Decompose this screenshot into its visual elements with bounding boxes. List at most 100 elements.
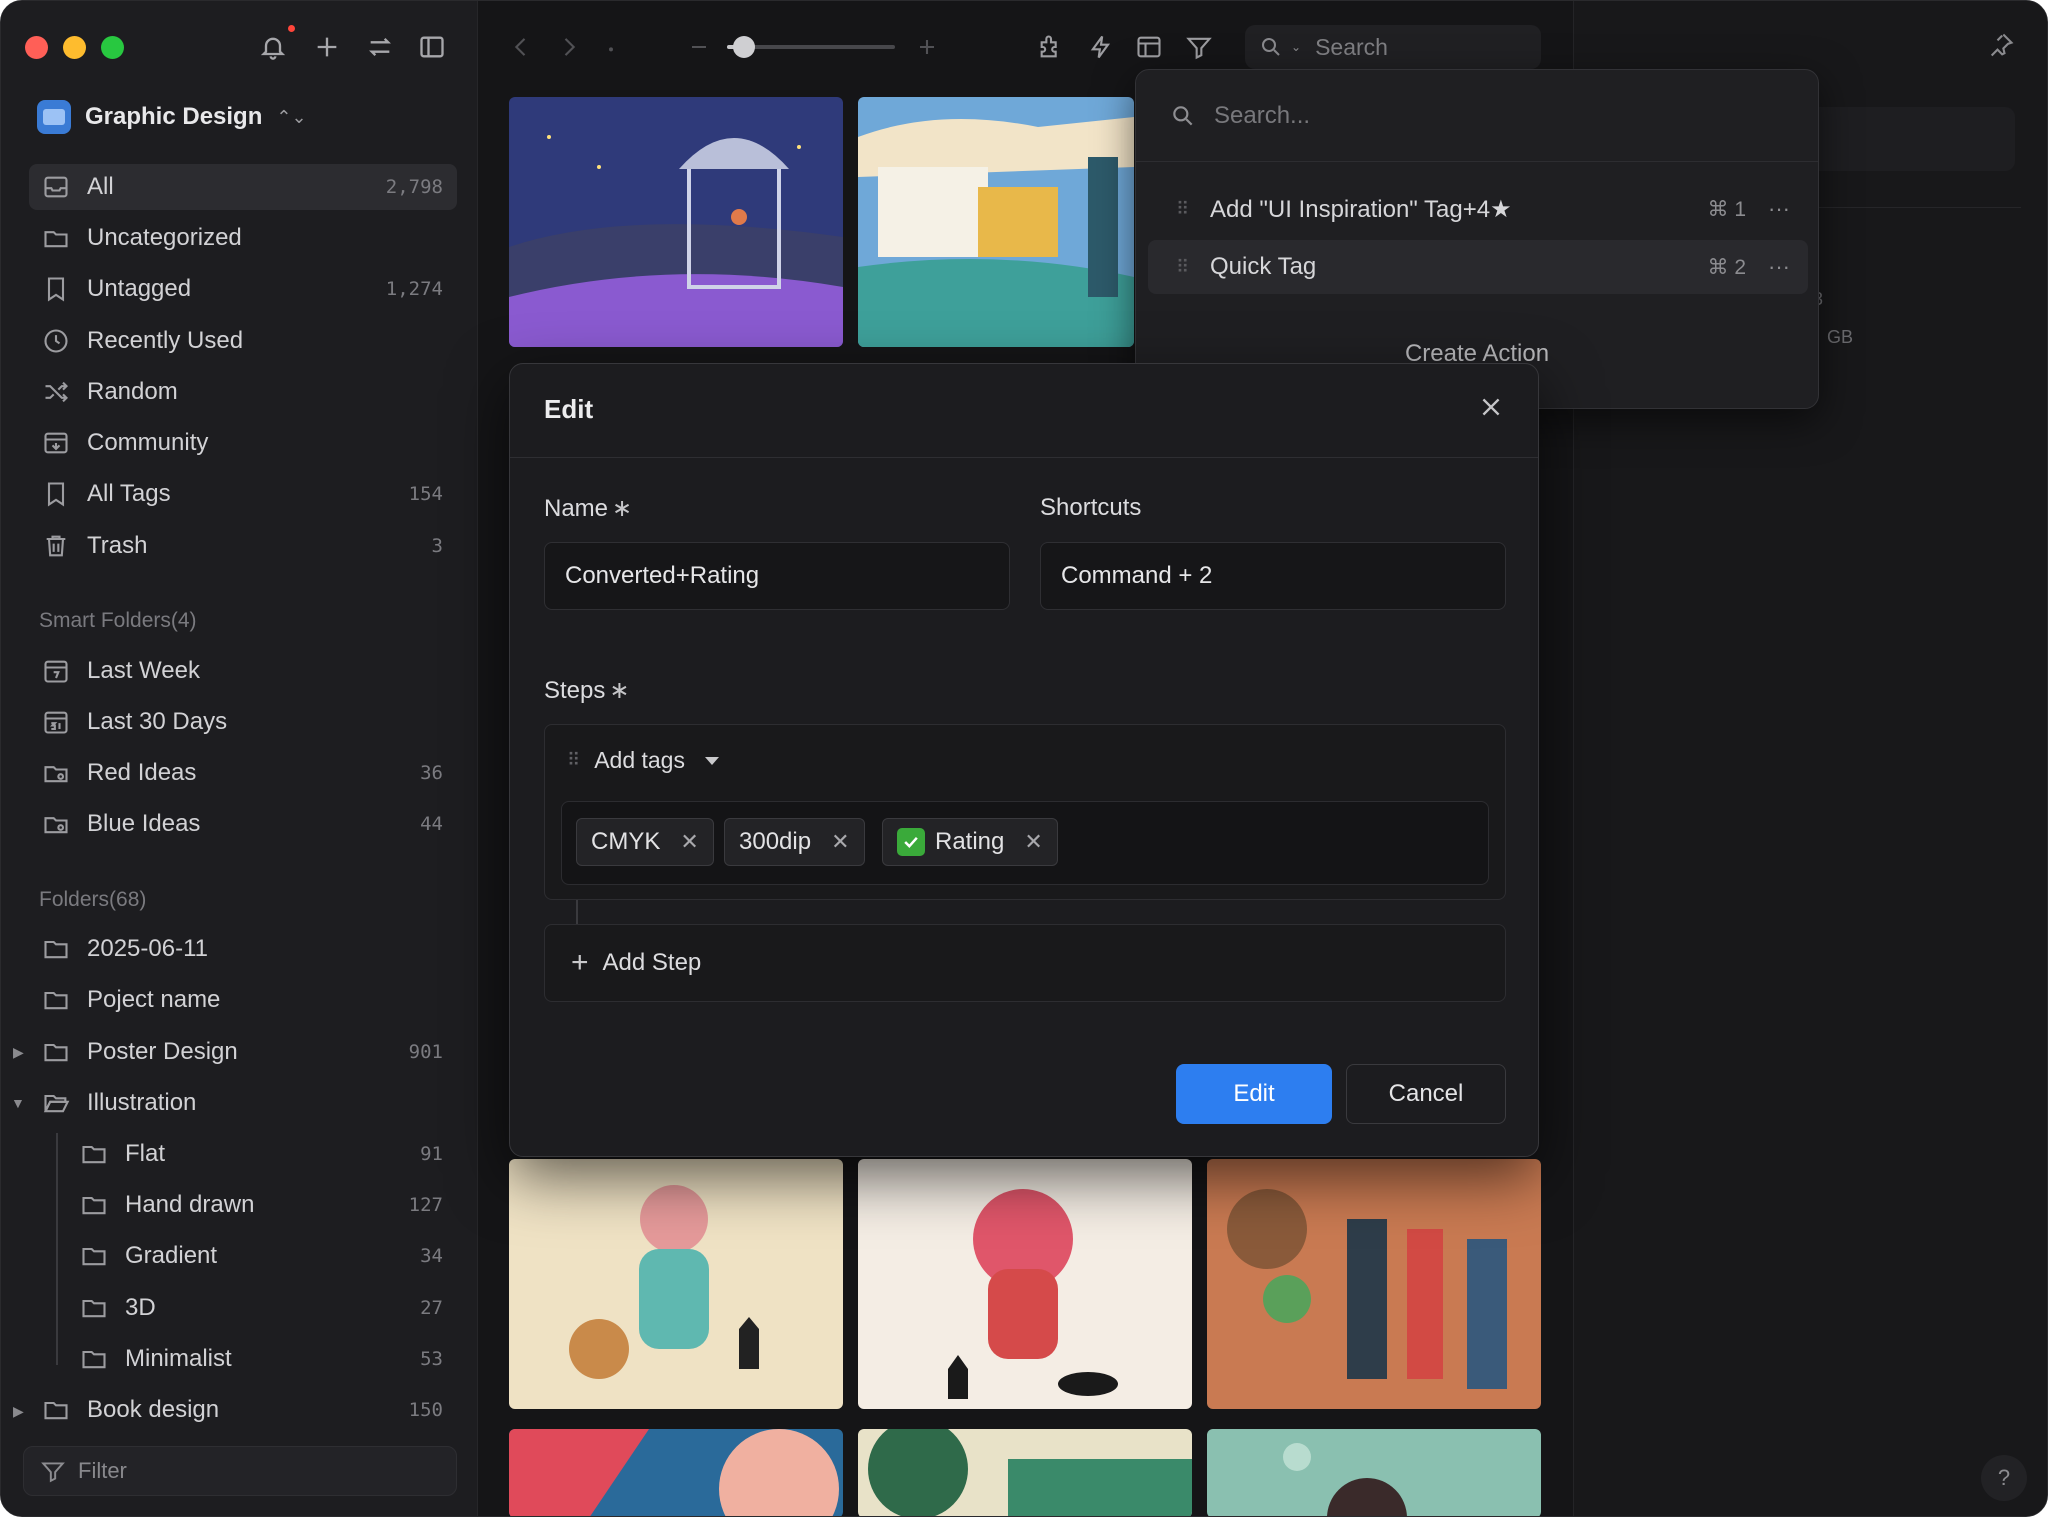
folder-gradient[interactable]: Gradient 34 — [67, 1233, 457, 1279]
folder-illustration[interactable]: Illustration — [29, 1080, 457, 1126]
smart-folder-last-30-days[interactable]: Last 30 Days — [29, 699, 457, 745]
actions-bolt-icon[interactable] — [1083, 29, 1119, 65]
more-icon[interactable]: ··· — [1768, 196, 1790, 222]
filter-icon[interactable] — [1181, 29, 1217, 65]
thumbnail-girl-with-dog[interactable] — [509, 1159, 843, 1409]
drag-handle-icon[interactable]: ⠿ — [567, 750, 580, 771]
actions-search-input[interactable]: Search... — [1136, 70, 1818, 162]
library-switcher[interactable]: Graphic Design ⌃⌄ — [37, 97, 307, 137]
actions-dropdown: Search... ⠿ Add "UI Inspiration" Tag+4★ … — [1135, 69, 1819, 409]
help-button[interactable]: ? — [1981, 1455, 2027, 1501]
smart-folder-red-ideas[interactable]: Red Ideas 36 — [29, 750, 457, 796]
folder-poject-name[interactable]: Poject name — [29, 977, 457, 1023]
step-type-dropdown[interactable]: ⠿ Add tags — [567, 747, 719, 774]
plugin-icon[interactable] — [1033, 29, 1069, 65]
cancel-button[interactable]: Cancel — [1346, 1064, 1506, 1124]
nav-item-untagged[interactable]: Untagged 1,274 — [29, 266, 457, 312]
folder-flat[interactable]: Flat 91 — [67, 1131, 457, 1177]
collapse-caret-icon[interactable]: ▼ — [11, 1095, 25, 1111]
folder-poster-design[interactable]: Poster Design 901 — [29, 1029, 457, 1075]
nav-item-all[interactable]: All 2,798 — [29, 164, 457, 210]
plus-icon[interactable] — [309, 29, 345, 65]
zoom-in-icon[interactable] — [909, 29, 945, 65]
thumbnail-girl-hug[interactable] — [858, 1159, 1192, 1409]
smart-folder-icon — [41, 809, 71, 839]
close-icon[interactable] — [1478, 394, 1508, 424]
action-item[interactable]: ⠿ Add "UI Inspiration" Tag+4★ ⌘ 1 ··· — [1148, 182, 1808, 236]
minimize-window-button[interactable] — [63, 36, 86, 59]
pin-icon[interactable] — [1987, 31, 2019, 63]
smart-folders-title[interactable]: Smart Folders(4) — [39, 609, 197, 633]
drag-handle-icon[interactable]: ⠿ — [1176, 199, 1190, 220]
zoom-out-icon[interactable] — [681, 29, 717, 65]
clock-icon — [41, 326, 71, 356]
toolbar-search[interactable]: ⌄ Search — [1245, 25, 1541, 69]
tree-guide-line — [56, 1133, 58, 1365]
more-dot-icon[interactable] — [593, 29, 629, 65]
action-name: Add "UI Inspiration" Tag+4★ — [1210, 195, 1512, 223]
bell-icon[interactable] — [255, 29, 291, 65]
folder-icon — [79, 1293, 109, 1323]
thumbnail-face-closeup[interactable] — [509, 1429, 843, 1516]
shortcut-input[interactable]: Command + 2 — [1040, 542, 1506, 610]
inspector-field[interactable] — [1801, 107, 2015, 171]
nav-label: All Tags — [87, 480, 171, 507]
shortcuts-label: Shortcuts — [1040, 494, 1142, 521]
nav-label: Recently Used — [87, 327, 244, 354]
folder-2025-06-11[interactable]: 2025-06-11 — [29, 926, 457, 972]
zoom-slider[interactable] — [727, 36, 895, 58]
back-icon[interactable] — [503, 29, 539, 65]
folder-icon — [41, 934, 71, 964]
steps-label: Steps ∗ — [544, 676, 629, 705]
remove-tag-icon[interactable]: ✕ — [831, 829, 849, 855]
smart-folder-blue-ideas[interactable]: Blue Ideas 44 — [29, 801, 457, 847]
filter-input[interactable]: Filter — [23, 1446, 457, 1496]
nav-item-trash[interactable]: Trash 3 — [29, 523, 457, 569]
folders-title[interactable]: Folders(68) — [39, 888, 146, 912]
nav-label: Red Ideas — [87, 759, 197, 786]
thumbnail-riverside-buildings[interactable] — [858, 97, 1134, 347]
name-input[interactable]: Converted+Rating — [544, 542, 1010, 610]
expand-caret-icon[interactable]: ▶ — [13, 1403, 24, 1420]
nav-item-random[interactable]: Random — [29, 369, 457, 415]
more-icon[interactable]: ··· — [1768, 254, 1790, 280]
search-icon — [1173, 105, 1193, 125]
action-shortcut: ⌘ 1 — [1707, 197, 1747, 221]
add-step-button[interactable]: + Add Step — [544, 924, 1506, 1002]
nav-label: 3D — [125, 1294, 156, 1321]
layout-icon[interactable] — [1131, 29, 1167, 65]
tag-chip: 300dip ✕ — [724, 818, 865, 866]
thumbnail-crowd-bear[interactable] — [1207, 1159, 1541, 1409]
thumbnail-lavender-gazebo[interactable] — [509, 97, 843, 347]
folder-hand-drawn[interactable]: Hand drawn 127 — [67, 1182, 457, 1228]
zoom-slider-knob[interactable] — [733, 36, 755, 58]
forward-icon[interactable] — [551, 29, 587, 65]
close-window-button[interactable] — [25, 36, 48, 59]
nav-item-community[interactable]: Community — [29, 420, 457, 466]
nav-item-all-tags[interactable]: All Tags 154 — [29, 471, 457, 517]
edit-confirm-button[interactable]: Edit — [1176, 1064, 1332, 1124]
expand-caret-icon[interactable]: ▶ — [13, 1044, 24, 1061]
maximize-window-button[interactable] — [101, 36, 124, 59]
thumbnail-forest-scene[interactable] — [858, 1429, 1192, 1516]
nav-count: 901 — [408, 1041, 443, 1063]
nav-label: Last Week — [87, 657, 200, 684]
smart-folder-last-week[interactable]: Last Week — [29, 648, 457, 694]
nav-label: All — [87, 173, 114, 200]
remove-tag-icon[interactable]: ✕ — [1024, 829, 1042, 855]
tag-input-field[interactable]: CMYK ✕ 300dip ✕ Rating ✕ — [561, 801, 1489, 885]
thumbnail-girl-bubbles[interactable] — [1207, 1429, 1541, 1516]
remove-tag-icon[interactable]: ✕ — [680, 829, 698, 855]
nav-item-recently-used[interactable]: Recently Used — [29, 318, 457, 364]
inspector-text: GB — [1827, 327, 1854, 347]
swap-icon[interactable] — [362, 29, 398, 65]
action-item[interactable]: ⠿ Quick Tag ⌘ 2 ··· — [1148, 240, 1808, 294]
folder-book-design[interactable]: Book design 150 — [29, 1387, 457, 1433]
folder-3d[interactable]: 3D 27 — [67, 1285, 457, 1331]
sidebar-toggle-icon[interactable] — [414, 29, 450, 65]
drag-handle-icon[interactable]: ⠿ — [1176, 257, 1190, 278]
folder-icon — [79, 1139, 109, 1169]
folder-minimalist[interactable]: Minimalist 53 — [67, 1336, 457, 1382]
nav-item-uncategorized[interactable]: Uncategorized — [29, 215, 457, 261]
toolbar-search-placeholder: Search — [1315, 33, 1388, 60]
